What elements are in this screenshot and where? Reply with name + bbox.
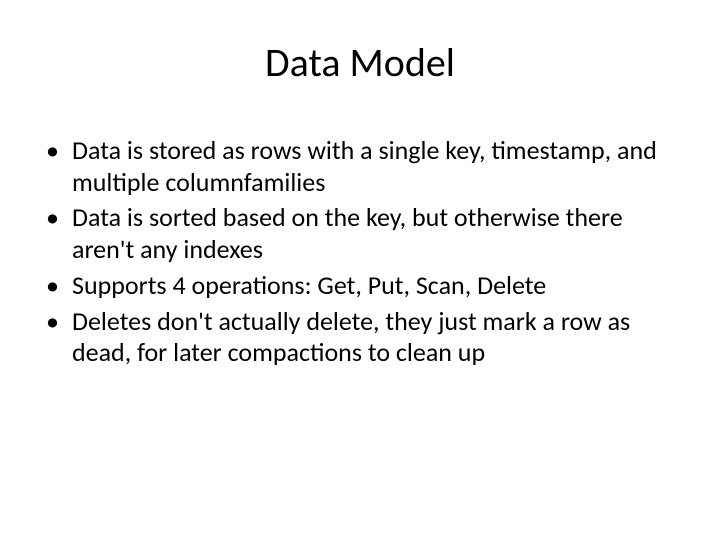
list-item: Data is sorted based on the key, but oth… <box>40 202 680 265</box>
bullet-list: Data is stored as rows with a single key… <box>40 135 680 369</box>
list-item: Supports 4 operations: Get, Put, Scan, D… <box>40 270 680 302</box>
slide-title: Data Model <box>40 38 680 87</box>
list-item: Deletes don't actually delete, they just… <box>40 306 680 369</box>
list-item: Data is stored as rows with a single key… <box>40 135 680 198</box>
